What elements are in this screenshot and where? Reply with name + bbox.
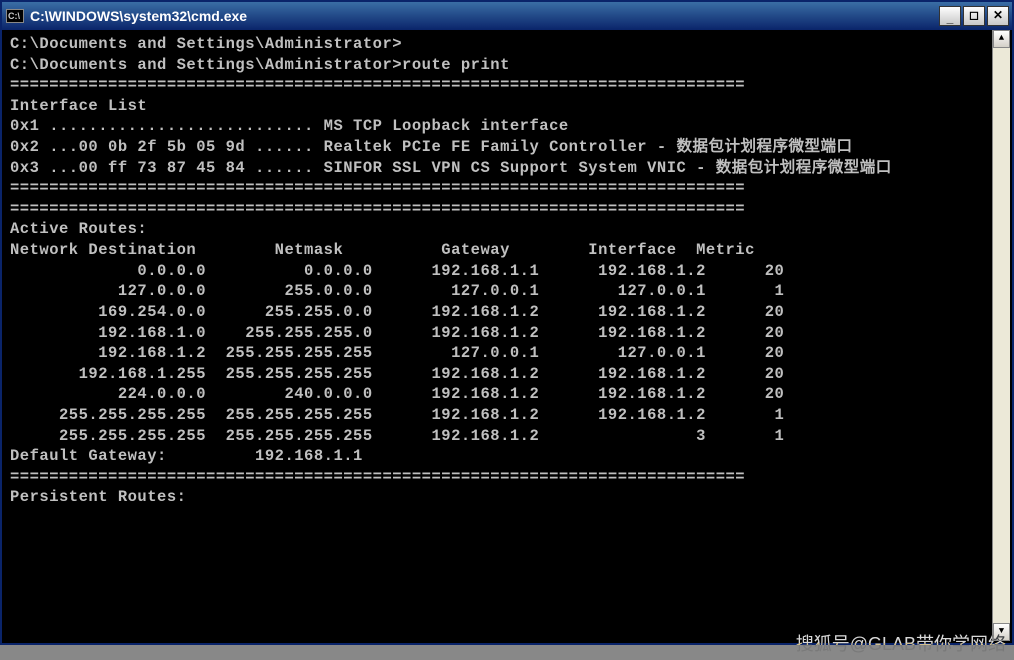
close-button[interactable]: ✕ (987, 6, 1009, 26)
titlebar[interactable]: C:\ C:\WINDOWS\system32\cmd.exe _ ◻ ✕ (2, 2, 1012, 30)
scroll-track[interactable] (993, 48, 1010, 623)
titlebar-text: C:\WINDOWS\system32\cmd.exe (30, 8, 939, 24)
maximize-button[interactable]: ◻ (963, 6, 985, 26)
cmd-icon: C:\ (6, 9, 24, 23)
minimize-button[interactable]: _ (939, 6, 961, 26)
window-controls: _ ◻ ✕ (939, 6, 1009, 26)
cmd-window: C:\ C:\WINDOWS\system32\cmd.exe _ ◻ ✕ C:… (0, 0, 1014, 645)
terminal-output[interactable]: C:\Documents and Settings\Administrator>… (4, 30, 992, 641)
scrollbar[interactable]: ▲ ▼ (992, 30, 1010, 641)
watermark-text: 搜狐号@GLAB带你学网络 (796, 630, 1006, 656)
scroll-up-button[interactable]: ▲ (993, 30, 1010, 48)
content-area: C:\Documents and Settings\Administrator>… (4, 30, 1010, 641)
